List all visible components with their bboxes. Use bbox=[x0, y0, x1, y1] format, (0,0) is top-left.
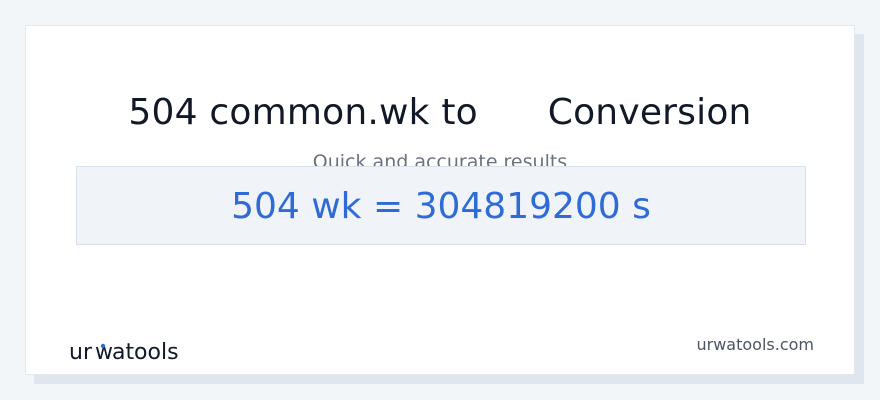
svg-text:ls: ls bbox=[161, 340, 179, 365]
svg-text:at: at bbox=[112, 340, 134, 365]
conversion-card: 504 common.wk to Conversion Quick and ac… bbox=[25, 25, 855, 375]
svg-text:oo: oo bbox=[134, 340, 161, 365]
urwatools-logo: ur w at oo ls bbox=[69, 336, 187, 366]
result-box: 504 wk = 304819200 s bbox=[76, 166, 806, 245]
result-text: 504 wk = 304819200 s bbox=[231, 186, 651, 227]
svg-text:w: w bbox=[95, 340, 113, 365]
site-url[interactable]: urwatools.com bbox=[697, 335, 815, 354]
svg-text:ur: ur bbox=[69, 340, 93, 365]
page-title: 504 common.wk to Conversion bbox=[128, 92, 752, 133]
logo-wordmark: ur w at oo ls bbox=[69, 340, 179, 365]
